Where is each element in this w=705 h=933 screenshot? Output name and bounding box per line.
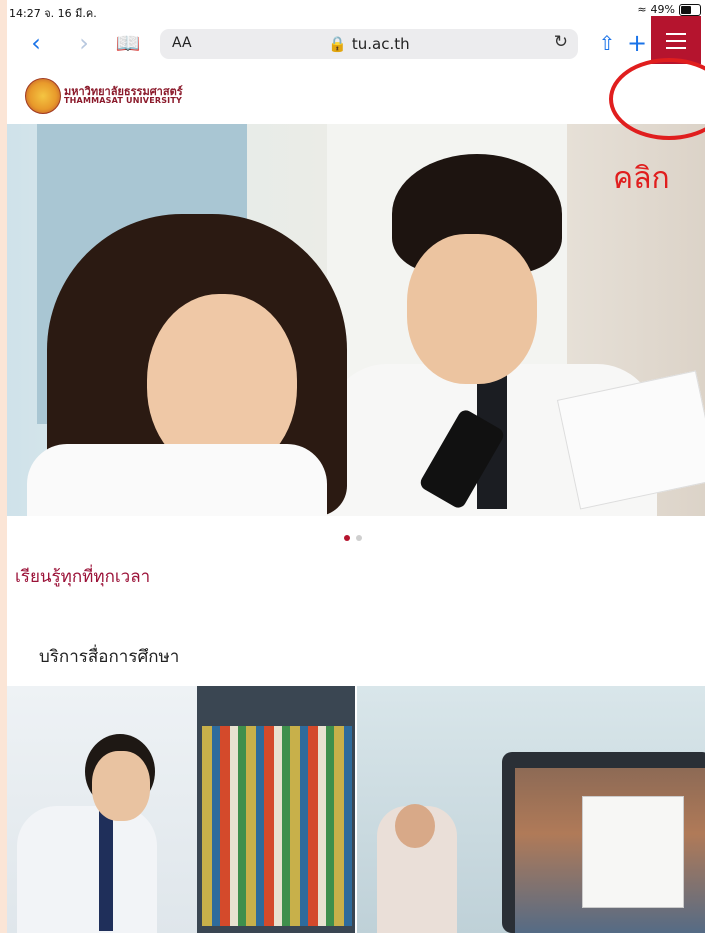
tile-photo-books [202,726,352,926]
carousel-dots [344,535,362,541]
tile-photo-tie [99,811,113,931]
tablet-screen: 14:27 จ. 16 มี.ค. ≈ 49% ‹ › 📖 AA 🔒 tu.ac… [7,0,705,933]
browser-toolbar: ‹ › 📖 AA 🔒 tu.ac.th ↻ ⇧ + ❐ [7,24,705,64]
hamburger-menu-icon [666,33,686,54]
service-tile-computer[interactable] [357,686,705,933]
section-title: บริการสื่อการศึกษา [39,647,180,667]
hero-photo-girl-shirt [27,444,327,516]
hero-photo-boy-face [407,234,537,384]
carousel-dot-2[interactable] [356,535,362,541]
hamburger-menu-button[interactable] [651,16,701,64]
university-seal-logo[interactable] [25,78,61,114]
tile-photo-person-face [92,751,150,821]
chevron-right-icon[interactable]: › [69,28,99,58]
lock-icon: 🔒 [328,35,348,53]
share-icon[interactable]: ⇧ [592,28,622,58]
status-time: 14:27 จ. 16 มี.ค. [9,7,97,20]
tile-photo-dialog [582,796,684,908]
wifi-icon: ≈ [637,3,647,16]
chevron-left-icon[interactable]: ‹ [21,28,51,58]
hero-carousel[interactable] [7,124,705,516]
url-value: tu.ac.th [351,35,410,53]
tile-photo-person-body [17,806,157,933]
battery-percent: 49% [650,3,675,16]
status-bar: 14:27 จ. 16 มี.ค. ≈ 49% [7,0,705,22]
address-bar[interactable]: AA 🔒 tu.ac.th ↻ [160,29,578,59]
tile-photo-student-head [395,804,435,848]
annotation-click-label: คลิก [613,161,670,196]
battery-icon [679,3,701,16]
plus-icon[interactable]: + [622,28,652,58]
site-header: มหาวิทยาลัยธรรมศาสตร์ THAMMASAT UNIVERSI… [7,64,705,124]
carousel-dot-1[interactable] [344,535,350,541]
logo-name-english[interactable]: THAMMASAT UNIVERSITY [64,96,182,105]
reload-icon[interactable]: ↻ [554,32,568,52]
status-right: ≈ 49% [637,3,701,16]
book-icon[interactable]: 📖 [113,28,143,58]
url-text[interactable]: 🔒 tu.ac.th [160,35,578,53]
battery-fill [681,5,691,14]
hero-tagline[interactable]: เรียนรู้ทุกที่ทุกเวลา [15,563,150,590]
service-tile-library[interactable] [7,686,355,933]
